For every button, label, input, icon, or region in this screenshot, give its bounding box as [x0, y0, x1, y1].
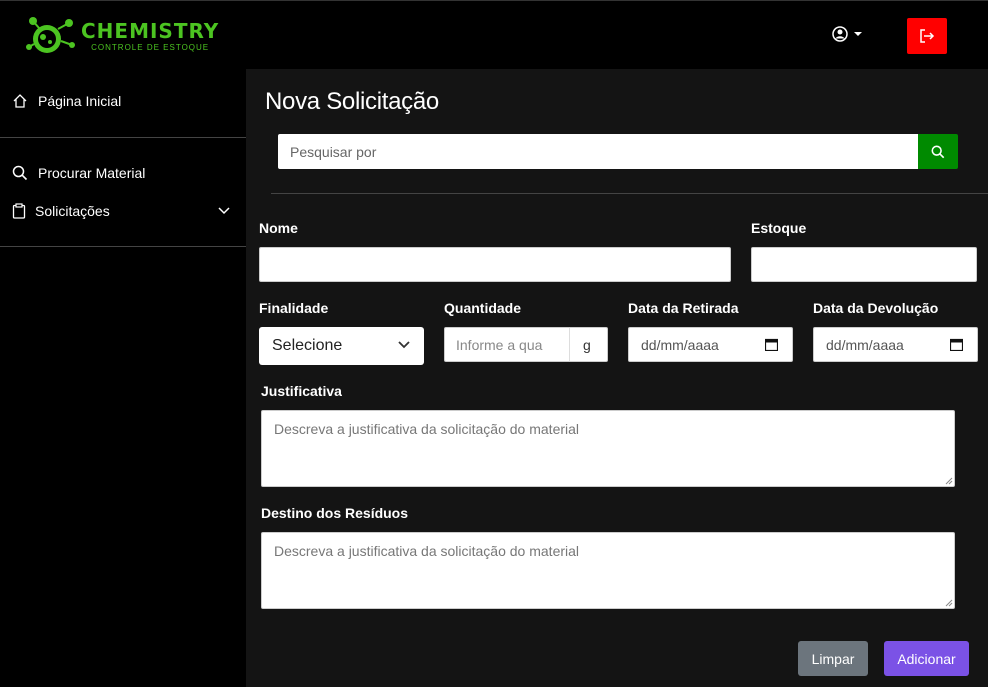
logout-icon — [920, 29, 935, 43]
chevron-down-icon — [218, 207, 230, 215]
search-button[interactable] — [918, 134, 958, 169]
estoque-field[interactable] — [751, 247, 977, 282]
flask-logo-icon — [26, 17, 75, 53]
quantidade-group: g — [444, 327, 608, 362]
brand-logo[interactable]: CHEMISTRY CONTROLE DE ESTOQUE — [25, 15, 219, 57]
top-navbar: CHEMISTRY CONTROLE DE ESTOQUE — [0, 0, 988, 69]
search-bar — [278, 134, 958, 169]
destino-textarea[interactable] — [261, 532, 955, 609]
devolucao-label: Data da Devolução — [813, 300, 939, 316]
nome-label: Nome — [259, 220, 298, 236]
clear-button[interactable]: Limpar — [798, 641, 868, 676]
finalidade-select[interactable]: Selecione — [259, 327, 424, 365]
quantidade-unit: g — [569, 327, 608, 362]
brand-title: CHEMISTRY — [81, 19, 220, 43]
clipboard-icon — [12, 203, 28, 219]
user-circle-icon — [832, 26, 848, 42]
retirada-date-placeholder: dd/mm/aaaa — [641, 336, 719, 353]
user-menu-dropdown[interactable] — [832, 26, 862, 42]
justificativa-textarea[interactable] — [261, 410, 955, 487]
justificativa-label: Justificativa — [261, 383, 342, 399]
sidebar: Página Inicial Procurar Material Solicit… — [0, 69, 246, 687]
brand-subtitle: CONTROLE DE ESTOQUE — [91, 43, 210, 52]
caret-down-icon — [854, 32, 862, 36]
quantidade-label: Quantidade — [444, 300, 522, 316]
sidebar-item-requests[interactable]: Solicitações — [0, 193, 246, 229]
resize-handle-icon[interactable] — [945, 477, 953, 485]
sidebar-item-label: Solicitações — [35, 203, 110, 219]
devolucao-date-field[interactable]: dd/mm/aaaa — [813, 327, 978, 362]
sidebar-item-home[interactable]: Página Inicial — [0, 83, 246, 119]
sidebar-item-label: Procurar Material — [38, 165, 146, 181]
quantidade-field[interactable] — [444, 327, 569, 362]
retirada-date-field[interactable]: dd/mm/aaaa — [628, 327, 793, 362]
resize-handle-icon[interactable] — [945, 599, 953, 607]
estoque-label: Estoque — [751, 220, 807, 236]
retirada-label: Data da Retirada — [628, 300, 739, 316]
search-input[interactable] — [278, 134, 918, 169]
finalidade-selected-value: Selecione — [272, 337, 343, 354]
sidebar-item-label: Página Inicial — [38, 93, 122, 109]
divider — [271, 193, 988, 194]
chevron-down-icon — [398, 341, 410, 349]
search-icon — [931, 145, 945, 158]
main-content: Nova Solicitação Nome Estoque Finalidade… — [246, 69, 988, 687]
nome-field[interactable] — [259, 247, 731, 282]
search-icon — [12, 165, 28, 181]
home-icon — [12, 93, 28, 109]
finalidade-label: Finalidade — [259, 300, 329, 316]
logout-button[interactable] — [907, 18, 947, 54]
add-button[interactable]: Adicionar — [884, 641, 969, 676]
destino-label: Destino dos Resíduos — [261, 505, 409, 521]
sidebar-divider — [0, 246, 246, 247]
calendar-icon[interactable] — [950, 338, 963, 351]
page-title: Nova Solicitação — [265, 88, 439, 115]
devolucao-date-placeholder: dd/mm/aaaa — [826, 336, 904, 353]
calendar-icon[interactable] — [765, 338, 778, 351]
sidebar-item-search-material[interactable]: Procurar Material — [0, 155, 246, 191]
